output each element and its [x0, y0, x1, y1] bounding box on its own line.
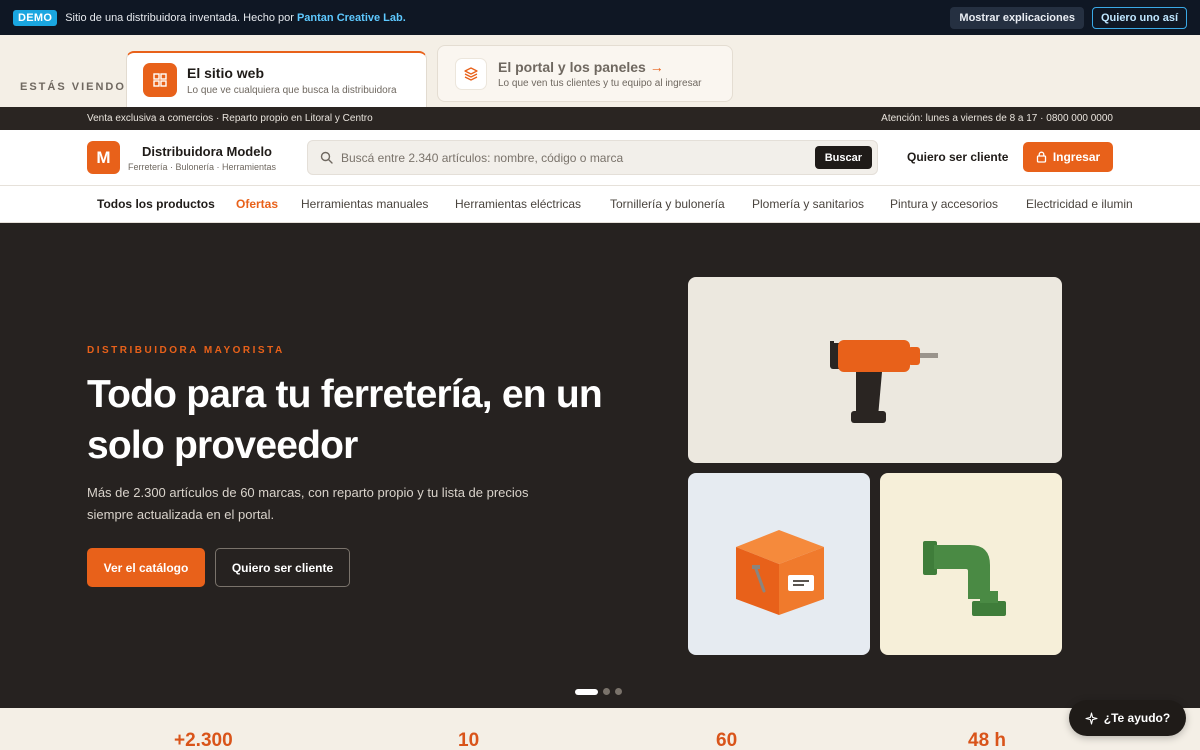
view-switcher: ESTÁS VIENDO El sitio web Lo que ve cual… — [0, 35, 1200, 109]
utility-bar-info: Venta exclusiva a comercios · Reparto pr… — [87, 113, 373, 124]
search-input[interactable] — [341, 147, 811, 169]
stat-value: 10 — [458, 730, 480, 750]
category-plumbing[interactable]: Plomería y sanitarios — [752, 197, 864, 211]
search-icon — [320, 151, 333, 164]
stat-value: +2.300 — [174, 730, 233, 750]
category-fasteners[interactable]: Tornillería y bulonería — [610, 197, 725, 211]
hero-eyebrow: DISTRIBUIDORA MAYORISTA — [87, 345, 285, 356]
site-header: M Distribuidora Modelo Ferretería · Bulo… — [0, 130, 1200, 186]
become-client-button[interactable]: Quiero ser cliente — [215, 548, 350, 587]
become-client-link[interactable]: Quiero ser cliente — [907, 150, 1008, 164]
sparkle-icon — [1085, 711, 1098, 725]
stat-value: 48 h — [968, 730, 1007, 750]
logo-tagline: Ferretería · Bulonería · Herramientas — [128, 162, 277, 172]
carousel-dot[interactable] — [575, 688, 598, 695]
view-switcher-label: ESTÁS VIENDO — [20, 81, 126, 93]
category-nav: Todos los productos Ofertas Herramientas… — [0, 186, 1200, 223]
view-tab-portal-title: El portal y los paneles → — [498, 59, 664, 75]
logo-mark[interactable]: M — [87, 141, 120, 174]
carousel-dot[interactable] — [603, 688, 610, 695]
show-explanations-button[interactable]: Mostrar explicaciones — [950, 6, 1084, 29]
utility-bar: Venta exclusiva a comercios · Reparto pr… — [0, 107, 1200, 130]
pipe-tile — [880, 473, 1062, 655]
drill-tile — [688, 277, 1062, 463]
logo-name[interactable]: Distribuidora Modelo — [142, 144, 272, 159]
box-tile — [688, 473, 870, 655]
demo-text-body: Sitio de una distribuidora inventada. He… — [65, 11, 297, 24]
hero-section: DISTRIBUIDORA MAYORISTA Todo para tu fer… — [0, 223, 1200, 708]
view-tab-portal-title-text: El portal y los paneles — [498, 59, 646, 75]
hero-title: Todo para tu ferretería, en un solo prov… — [87, 373, 603, 467]
category-offers[interactable]: Ofertas — [236, 197, 278, 211]
login-button-label: Ingresar — [1052, 150, 1101, 164]
grid-icon — [143, 63, 177, 97]
view-tab-website[interactable]: El sitio web Lo que ve cualquiera que bu… — [126, 51, 427, 109]
category-power-tools[interactable]: Herramientas eléctricas — [455, 197, 581, 211]
carousel-dots — [575, 688, 622, 695]
view-tab-portal-subtitle: Lo que ven tus clientes y tu equipo al i… — [498, 78, 702, 89]
demo-text: Sitio de una distribuidora inventada. He… — [65, 12, 406, 24]
pipe-icon — [923, 541, 1006, 616]
view-tab-website-subtitle: Lo que ve cualquiera que busca la distri… — [187, 85, 397, 96]
lock-icon — [1036, 151, 1046, 163]
drill-icon — [830, 340, 938, 423]
category-paint[interactable]: Pintura y accesorios — [890, 197, 998, 211]
category-all-products[interactable]: Todos los productos — [97, 197, 215, 211]
stats-strip: +2.300 10 60 48 h — [0, 708, 1200, 750]
help-button-label: ¿Te ayudo? — [1103, 711, 1171, 725]
view-tab-portal[interactable]: El portal y los paneles → Lo que ven tus… — [437, 45, 733, 102]
carousel-dot[interactable] — [615, 688, 622, 695]
demo-bar: DEMO Sitio de una distribuidora inventad… — [0, 0, 1200, 35]
demo-actions: Mostrar explicaciones Quiero uno así — [950, 6, 1187, 29]
category-electricity[interactable]: Electricidad e ilumin — [1026, 197, 1133, 211]
view-catalog-button[interactable]: Ver el catálogo — [87, 548, 205, 587]
utility-bar-hours: Atención: lunes a viernes de 8 a 17 · 08… — [881, 113, 1113, 124]
layers-icon — [455, 58, 487, 90]
hero-subtitle: Más de 2.300 artículos de 60 marcas, con… — [87, 485, 529, 522]
want-one-button[interactable]: Quiero uno así — [1091, 6, 1187, 29]
search-button[interactable]: Buscar — [814, 146, 872, 169]
login-button[interactable]: Ingresar — [1023, 142, 1113, 172]
stat-value: 60 — [716, 730, 738, 750]
arrow-right-icon: → — [649, 59, 664, 75]
box-icon — [736, 530, 824, 615]
demo-brand-link[interactable]: Pantan Creative Lab. — [297, 12, 406, 24]
category-hand-tools[interactable]: Herramientas manuales — [301, 197, 428, 211]
search-bar: Buscar — [307, 140, 878, 175]
demo-badge: DEMO — [13, 9, 58, 26]
view-tab-website-title: El sitio web — [187, 65, 265, 81]
help-button[interactable]: ¿Te ayudo? — [1069, 700, 1186, 736]
